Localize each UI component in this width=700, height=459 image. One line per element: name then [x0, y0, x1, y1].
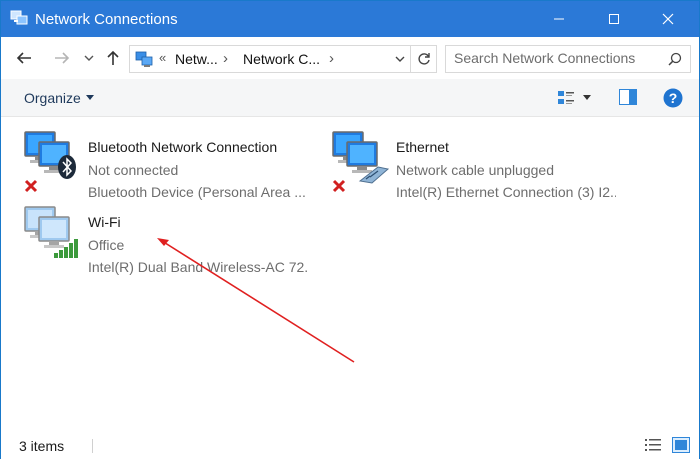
minimize-icon: [554, 18, 564, 20]
item-name: Ethernet: [396, 139, 449, 155]
search-box[interactable]: [445, 45, 691, 73]
maximize-button[interactable]: [591, 1, 637, 37]
chevron-down-icon: [395, 56, 405, 62]
search-input[interactable]: [454, 50, 654, 66]
breadcrumb-separator[interactable]: ›: [329, 50, 334, 67]
close-button[interactable]: [645, 1, 691, 37]
ethernet-network-icon: [330, 127, 390, 187]
refresh-icon: [417, 53, 430, 65]
address-bar[interactable]: « Netw... › Network C... ›: [129, 45, 411, 73]
breadcrumb-network-connections[interactable]: Network C...: [243, 51, 320, 67]
list-item-wi-fi[interactable]: Wi-Fi Office Intel(R) Dual Band Wireless…: [22, 202, 322, 275]
command-bar: Organize: [1, 79, 699, 117]
arrow-up-icon: [107, 50, 119, 65]
details-view-icon: [645, 439, 661, 451]
status-divider: [92, 439, 93, 453]
title-bar[interactable]: Network Connections: [1, 1, 699, 37]
maximize-icon: [609, 14, 619, 24]
search-icon[interactable]: [668, 52, 682, 66]
item-name: Wi-Fi: [88, 214, 121, 230]
window-title: Network Connections: [35, 11, 178, 28]
address-dropdown-button[interactable]: [392, 51, 408, 67]
disconnected-x-icon: [332, 179, 346, 198]
help-label: ?: [669, 90, 678, 106]
item-name: Bluetooth Network Connection: [88, 139, 278, 155]
explorer-window: Network Connections « Netw... › Network …: [0, 0, 700, 459]
close-icon: [662, 13, 674, 25]
organize-button[interactable]: Organize: [24, 90, 94, 106]
breadcrumb-network[interactable]: Netw...: [175, 51, 218, 67]
bluetooth-network-icon: [22, 127, 82, 187]
minimize-button[interactable]: [536, 1, 582, 37]
list-item-ethernet[interactable]: Ethernet Network cable unplugged Intel(R…: [330, 127, 630, 200]
item-device: Bluetooth Device (Personal Area ...: [88, 184, 306, 200]
caret-down-icon: [583, 95, 591, 100]
navigation-bar: « Netw... › Network C... ›: [1, 37, 699, 79]
large-icons-view-button[interactable]: [672, 437, 690, 453]
network-folder-icon: [135, 51, 153, 68]
item-device: Intel(R) Dual Band Wireless-AC 72...: [88, 259, 308, 275]
caret-down-icon: [85, 95, 94, 100]
arrow-right-icon: [55, 52, 70, 64]
help-icon: ?: [663, 88, 683, 108]
help-button[interactable]: ?: [663, 88, 683, 113]
preview-pane-button[interactable]: [619, 89, 637, 105]
forward-button[interactable]: [49, 44, 75, 72]
chevron-down-icon: [84, 55, 94, 61]
item-status: Not connected: [88, 162, 179, 178]
change-view-icon: [558, 91, 574, 104]
organize-label: Organize: [24, 90, 81, 106]
item-status: Network cable unplugged: [396, 162, 554, 178]
list-item-bluetooth-network-connection[interactable]: Bluetooth Network Connection Not connect…: [22, 127, 322, 200]
item-count: 3 items: [19, 438, 65, 454]
item-device: Intel(R) Ethernet Connection (3) I2...: [396, 184, 616, 200]
status-bar: 3 items: [1, 432, 699, 459]
item-status: Office: [88, 237, 125, 253]
up-button[interactable]: [101, 44, 125, 72]
back-button[interactable]: [11, 44, 37, 72]
recent-locations-button[interactable]: [81, 44, 97, 72]
breadcrumb-separator[interactable]: ›: [223, 50, 228, 67]
change-view-button[interactable]: [557, 87, 597, 109]
signal-bars-icon: [54, 238, 80, 263]
network-connections-icon: [10, 10, 28, 26]
disconnected-x-icon: [24, 179, 38, 198]
overflow-crumb[interactable]: «: [159, 50, 166, 65]
refresh-button[interactable]: [411, 45, 437, 73]
large-icons-view-icon: [672, 437, 690, 453]
connections-list: Bluetooth Network Connection Not connect…: [1, 118, 699, 430]
details-view-button[interactable]: [644, 437, 662, 453]
arrow-left-icon: [16, 52, 31, 64]
preview-pane-icon: [619, 89, 637, 105]
